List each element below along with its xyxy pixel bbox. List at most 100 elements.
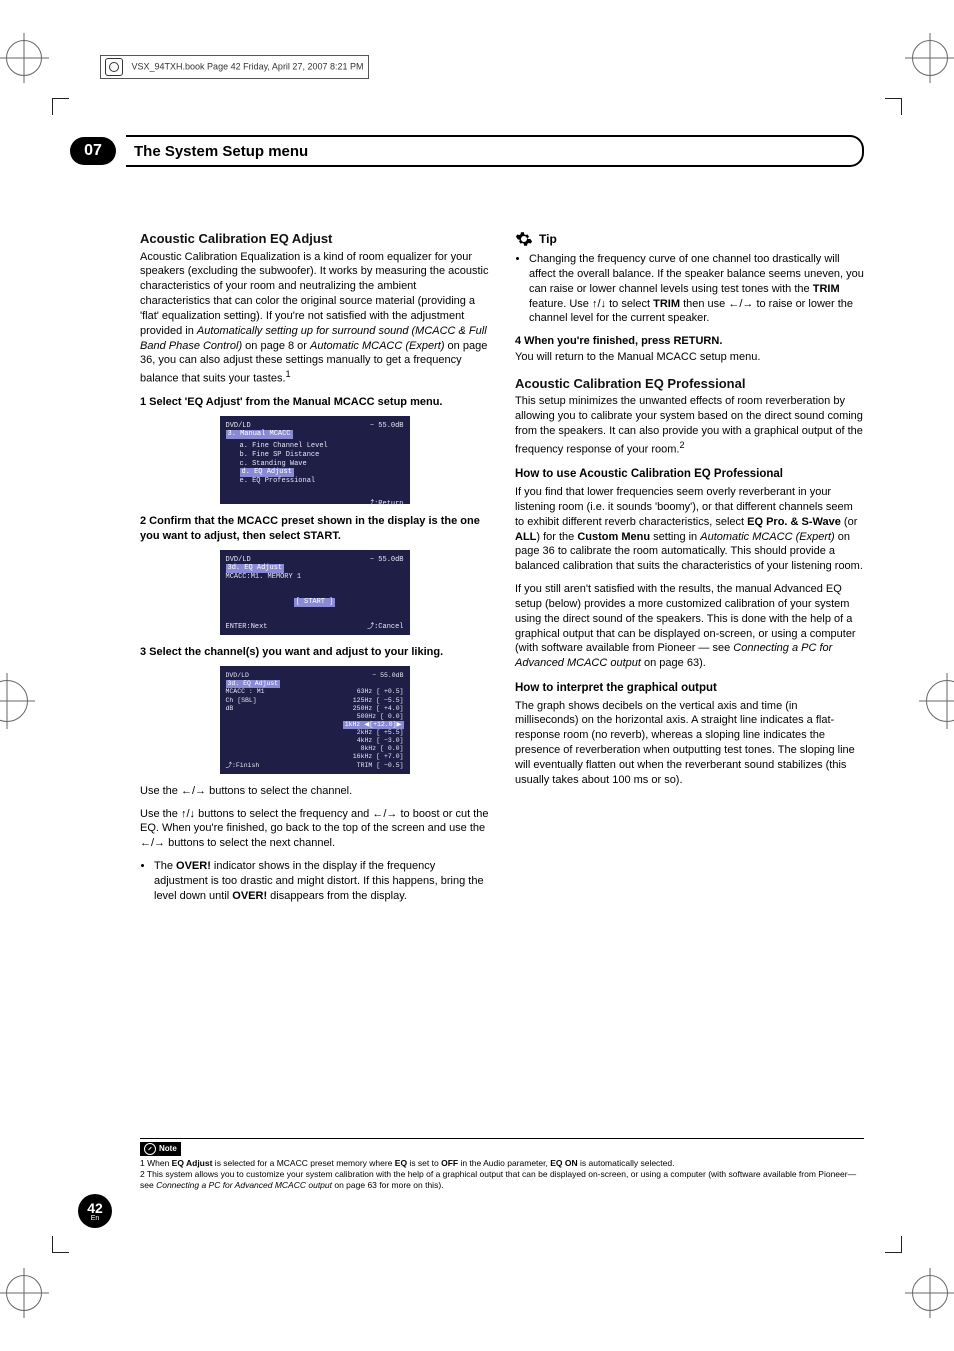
trim-feature: TRIM (653, 298, 680, 310)
heading-interpret: How to interpret the graphical output (515, 681, 864, 697)
over-indicator: OVER! (176, 860, 211, 872)
step-3: 3 Select the channel(s) you want and adj… (140, 645, 489, 660)
ui-screen-eq: DVD/LD − 55.0dB 3d. EQ Adjust MCACC : M1 6… (220, 666, 410, 774)
text: feature. Use ↑/↓ to select (529, 298, 653, 310)
footnote-ref-2: 2 (679, 440, 684, 450)
text-italic: Automatic MCACC (Expert) (310, 340, 444, 352)
step-1: 1 Select 'EQ Adjust' from the Manual MCA… (140, 395, 489, 410)
eq-val: 500Hz [ 0.0] (357, 713, 404, 721)
text: on page 8 or (242, 340, 310, 352)
tip-bullet: Changing the frequency curve of one chan… (529, 252, 864, 326)
text: This setup minimizes the unwanted effect… (515, 395, 863, 455)
use-lr: Use the ←/→ buttons to select the channe… (140, 784, 489, 799)
registration-mark-br (912, 1275, 948, 1311)
text: is set to (407, 1158, 441, 1168)
text: is automatically selected. (578, 1158, 675, 1168)
ui-screen-menu: DVD/LD− 55.0dB 3. Manual MCACC a. Fine C… (220, 416, 410, 504)
text: disappears from the display. (267, 890, 407, 902)
crop-mark-bl (52, 1236, 69, 1253)
heading-how-use: How to use Acoustic Calibration EQ Profe… (515, 467, 864, 483)
registration-mark-tl (6, 40, 42, 76)
registration-mark-mr (926, 680, 954, 722)
text-italic: Connecting a PC for Advanced MCACC outpu… (156, 1180, 332, 1190)
over-indicator: OVER! (232, 890, 267, 902)
screen-header: 3d. EQ Adjust (226, 564, 285, 573)
screen-title-l: DVD/LD (226, 422, 251, 430)
eq-val: 63Hz [ +0.5] (357, 688, 404, 696)
heading-eq-adjust: Acoustic Calibration EQ Adjust (140, 230, 489, 248)
bold: Custom Menu (577, 531, 650, 543)
eq-line: dB (226, 705, 234, 712)
note-icon (144, 1143, 156, 1155)
screen-start-button: [ START ] (294, 598, 336, 607)
bold: EQ (395, 1158, 407, 1168)
text: setting in (650, 531, 700, 543)
footnote-1: 1 When EQ Adjust is selected for a MCACC… (140, 1158, 864, 1169)
registration-mark-ml (0, 680, 28, 722)
page-number: 42 (78, 1201, 112, 1215)
text: on page 63). (641, 657, 706, 669)
text: The (154, 860, 176, 872)
text: in the Audio parameter, (458, 1158, 550, 1168)
note-label-text: Note (159, 1144, 177, 1153)
para-interpret: The graph shows decibels on the vertical… (515, 699, 864, 788)
eq-val: 250Hz [ +4.0] (353, 705, 404, 713)
spine-header: VSX_94TXH.book Page 42 Friday, April 27,… (100, 55, 369, 79)
registration-mark-tr (912, 40, 948, 76)
eq-line: MCACC : M1 (226, 688, 265, 695)
screen-header: 3d. EQ Adjust (226, 680, 281, 688)
crop-mark-br (885, 1236, 902, 1253)
para-how-use-2: If you still aren't satisfied with the r… (515, 582, 864, 671)
tip-header: Tip (515, 230, 864, 248)
screen-foot: ⤴:Finish (226, 762, 260, 769)
para-how-use-1: If you find that lower frequencies seem … (515, 485, 864, 574)
screen-title-l: DVD/LD (226, 672, 249, 679)
note-label: Note (140, 1142, 181, 1156)
screen-title-r: − 55.0dB (370, 556, 404, 565)
eq-val: 8kHz [ 0.0] (361, 745, 404, 753)
crop-mark-tl (52, 98, 69, 115)
chapter-number: 07 (70, 137, 116, 165)
chapter-title-text: The System Setup menu (134, 143, 308, 160)
gear-icon (515, 230, 533, 248)
right-column: Tip Changing the frequency curve of one … (515, 230, 864, 912)
footnote-2: 2 This system allows you to customize yo… (140, 1169, 864, 1191)
step-4-text: You will return to the Manual MCACC setu… (515, 350, 864, 365)
menu-item-selected: d. EQ Adjust (240, 468, 294, 477)
screen-title-r: − 55.0dB (370, 422, 404, 431)
heading-eq-pro: Acoustic Calibration EQ Professional (515, 375, 864, 393)
text: is selected for a MCACC preset memory wh… (212, 1158, 394, 1168)
menu-item: e. EQ Professional (226, 477, 404, 486)
footnote-box: Note 1 When EQ Adjust is selected for a … (140, 1138, 864, 1191)
tip-label: Tip (539, 231, 557, 247)
chapter-title: The System Setup menu (126, 135, 864, 167)
bold: EQ Pro. & S-Wave (747, 516, 841, 528)
screen-foot-l: ENTER:Next (226, 623, 268, 631)
menu-item: c. Standing Wave (226, 460, 404, 469)
footnote-ref-1: 1 (286, 369, 291, 379)
chapter-bar: 07 The System Setup menu (70, 135, 864, 167)
text: 1 When (140, 1158, 172, 1168)
bold: EQ Adjust (172, 1158, 213, 1168)
eq-line: Ch [SBL] (226, 697, 257, 704)
spine-header-text: VSX_94TXH.book Page 42 Friday, April 27,… (132, 61, 364, 71)
use-ud: Use the ↑/↓ buttons to select the freque… (140, 807, 489, 852)
ui-screen-start: DVD/LD− 55.0dB 3d. EQ Adjust MCACC:M1. M… (220, 550, 410, 636)
screen-title-r: − 55.0dB (372, 672, 403, 680)
eq-val: 4kHz [ −3.0] (357, 737, 404, 745)
registration-mark-bl (6, 1275, 42, 1311)
screen-foot-r: ⤴:Cancel (367, 623, 403, 632)
text: on page 63 for more on this). (332, 1180, 444, 1190)
para-eq-pro: This setup minimizes the unwanted effect… (515, 394, 864, 457)
eq-val: 2kHz [ +5.5] (357, 729, 404, 737)
text: (or (841, 516, 858, 528)
trim-feature: TRIM (813, 283, 840, 295)
eq-val-selected: 1kHz ◀[+12.0]▶ (343, 721, 404, 729)
screen-memory: MCACC:M1. MEMORY 1 (226, 573, 404, 582)
menu-item: b. Fine SP Distance (226, 451, 404, 460)
menu-item: a. Fine Channel Level (226, 442, 404, 451)
left-column: Acoustic Calibration EQ Adjust Acoustic … (140, 230, 489, 912)
spine-bullet-icon (105, 58, 123, 76)
bold: EQ ON (550, 1158, 577, 1168)
screen-return: ⤴:Return (367, 500, 403, 509)
